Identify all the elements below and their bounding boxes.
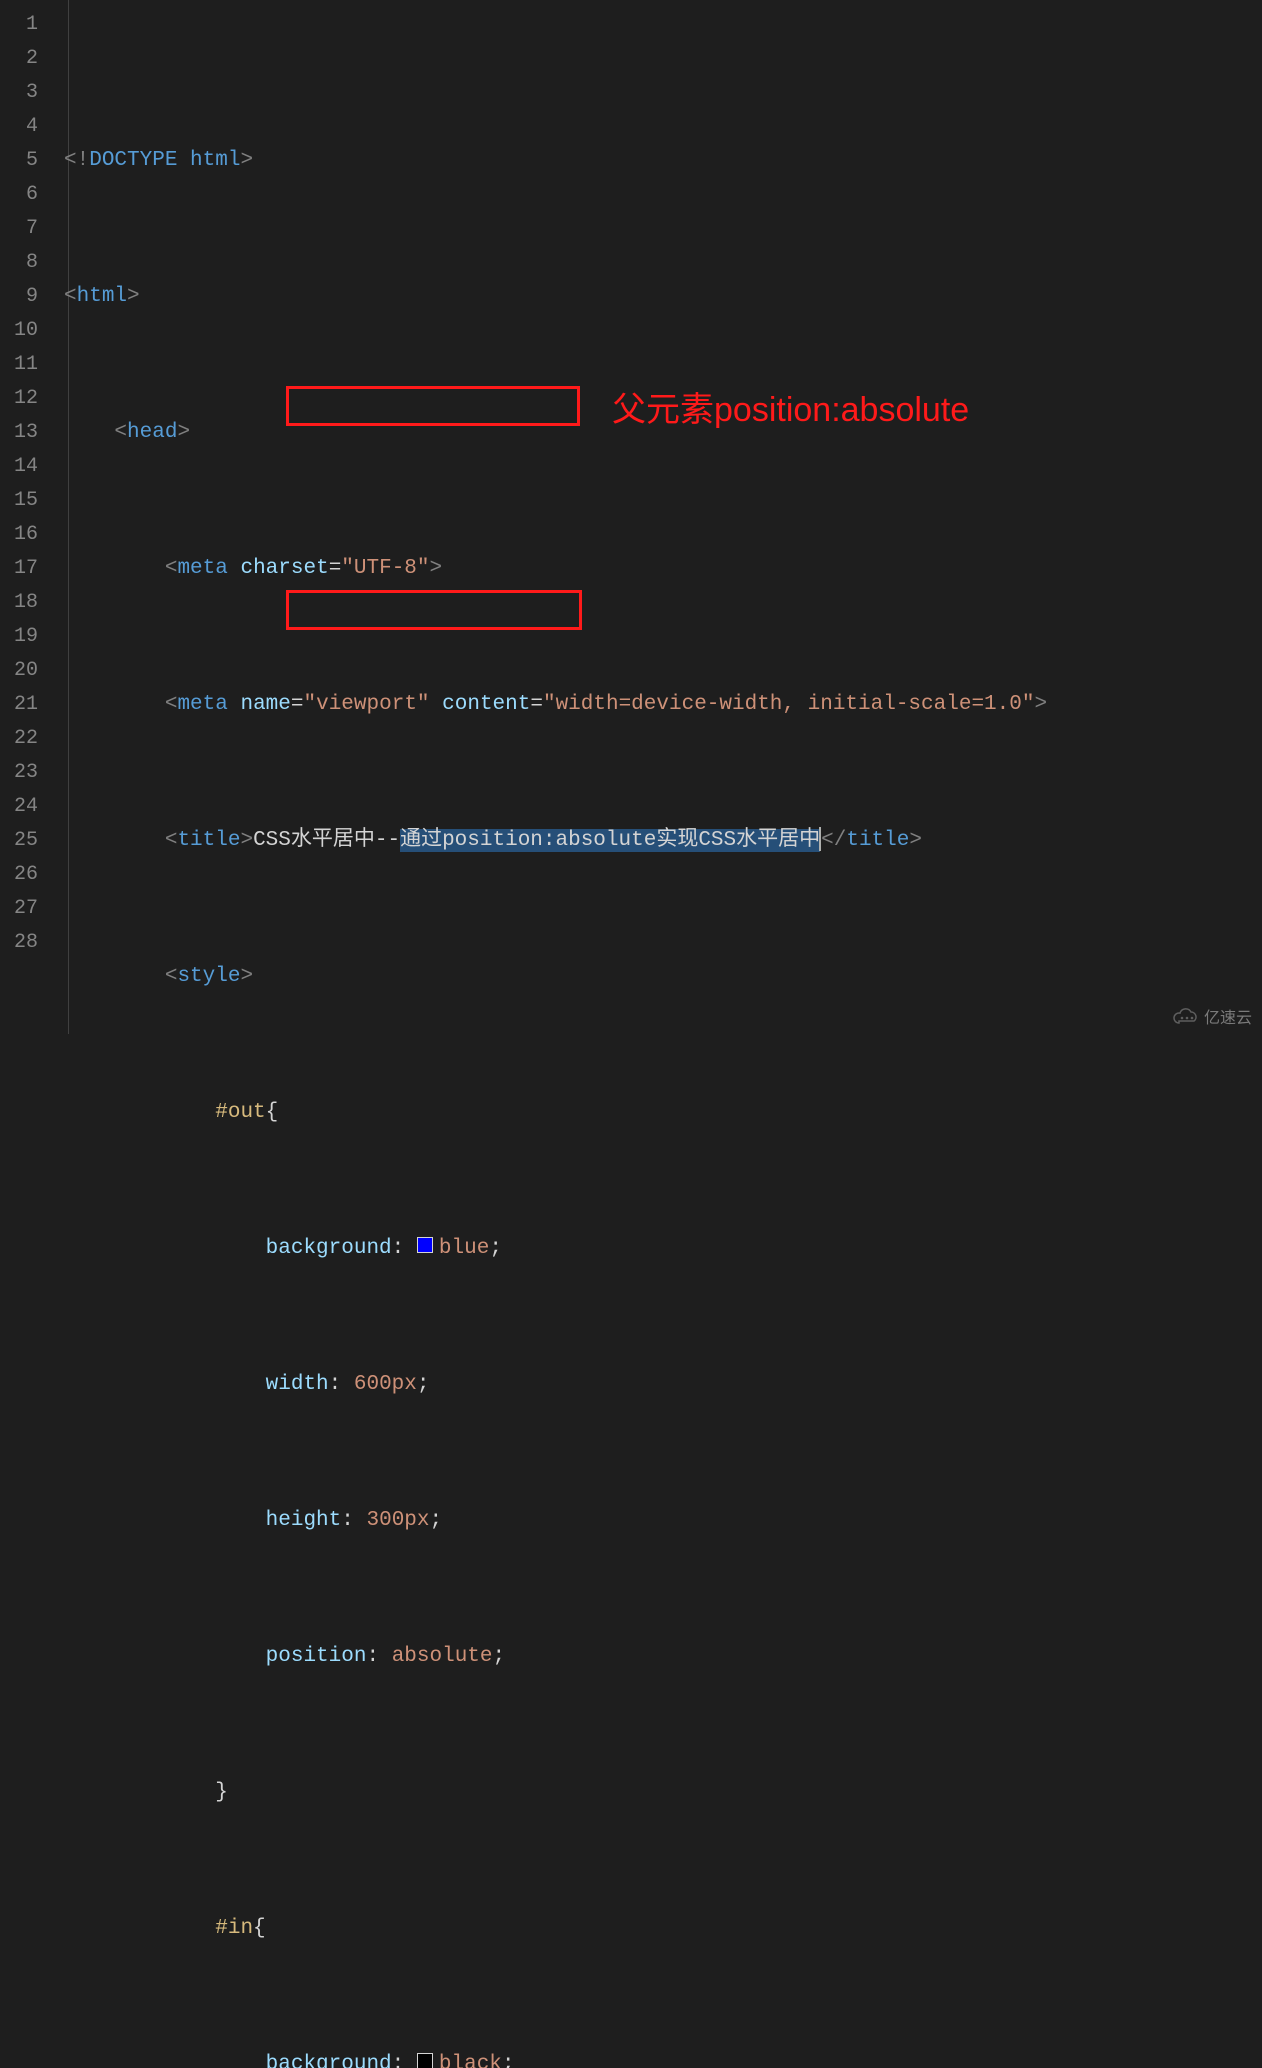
line-number: 5: [0, 144, 38, 178]
watermark: 亿速云: [1172, 1004, 1252, 1028]
code-line[interactable]: <meta charset="UTF-8">: [64, 552, 1262, 586]
line-number: 11: [0, 348, 38, 382]
code-line[interactable]: #out{: [64, 1096, 1262, 1130]
selected-text[interactable]: 通过position:absolute实现CSS水平居中: [400, 829, 820, 852]
line-number: 8: [0, 246, 38, 280]
code-line[interactable]: background: black;: [64, 2048, 1262, 2068]
line-number: 2: [0, 42, 38, 76]
color-swatch-icon[interactable]: [417, 1237, 433, 1253]
line-number: 18: [0, 586, 38, 620]
line-number: 15: [0, 484, 38, 518]
line-number: 6: [0, 178, 38, 212]
line-number-gutter: 1 2 3 4 5 6 7 8 9 10 11 12 13 14 15 16 1…: [0, 0, 56, 1034]
code-line[interactable]: #in{: [64, 1912, 1262, 1946]
code-line[interactable]: <meta name="viewport" content="width=dev…: [64, 688, 1262, 722]
line-number: 16: [0, 518, 38, 552]
code-line[interactable]: height: 300px;: [64, 1504, 1262, 1538]
code-line[interactable]: <style>: [64, 960, 1262, 994]
line-number: 3: [0, 76, 38, 110]
color-swatch-icon[interactable]: [417, 2053, 433, 2068]
line-number: 14: [0, 450, 38, 484]
line-number: 19: [0, 620, 38, 654]
line-number: 25: [0, 824, 38, 858]
watermark-text: 亿速云: [1204, 1004, 1252, 1028]
line-number: 12: [0, 382, 38, 416]
code-area[interactable]: <!DOCTYPE html> <html> <head> <meta char…: [56, 0, 1262, 1034]
line-number: 21: [0, 688, 38, 722]
code-line[interactable]: <head>: [64, 416, 1262, 450]
line-number: 22: [0, 722, 38, 756]
cloud-icon: [1172, 1007, 1200, 1025]
code-line[interactable]: }: [64, 1776, 1262, 1810]
code-editor[interactable]: 1 2 3 4 5 6 7 8 9 10 11 12 13 14 15 16 1…: [0, 0, 1262, 1034]
line-number: 20: [0, 654, 38, 688]
code-line[interactable]: width: 600px;: [64, 1368, 1262, 1402]
line-number: 7: [0, 212, 38, 246]
line-number: 24: [0, 790, 38, 824]
line-number: 28: [0, 926, 38, 960]
line-number: 23: [0, 756, 38, 790]
code-line[interactable]: <html>: [64, 280, 1262, 314]
line-number: 27: [0, 892, 38, 926]
line-number: 26: [0, 858, 38, 892]
line-number: 10: [0, 314, 38, 348]
line-number: 4: [0, 110, 38, 144]
line-number: 17: [0, 552, 38, 586]
code-line[interactable]: <!DOCTYPE html>: [64, 144, 1262, 178]
code-line[interactable]: background: blue;: [64, 1232, 1262, 1266]
line-number: 13: [0, 416, 38, 450]
line-number: 1: [0, 8, 38, 42]
code-line[interactable]: <title>CSS水平居中--通过position:absolute实现CSS…: [64, 824, 1262, 858]
line-number: 9: [0, 280, 38, 314]
code-line[interactable]: position: absolute;: [64, 1640, 1262, 1674]
